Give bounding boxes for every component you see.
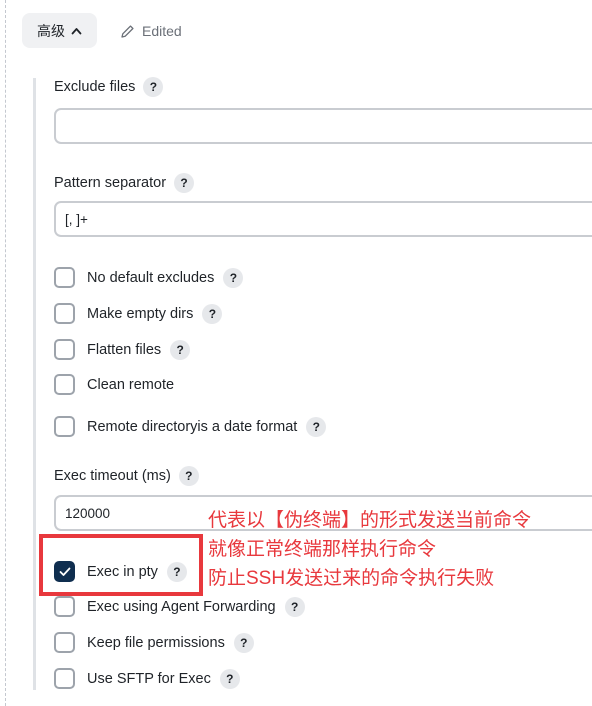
checkbox-label: Use SFTP for Exec xyxy=(87,670,211,687)
checkbox-row-exec-agent-forwarding[interactable]: Exec using Agent Forwarding ? xyxy=(54,596,305,617)
help-icon[interactable]: ? xyxy=(202,303,223,324)
pattern-separator-label: Pattern separator ? xyxy=(54,173,195,193)
annotation-highlight-box xyxy=(39,534,203,596)
help-icon[interactable]: ? xyxy=(178,466,199,486)
annotation-line-3: 防止SSH发送过来的命令执行失败 xyxy=(208,568,495,589)
pattern-separator-input[interactable]: [, ]+ xyxy=(54,201,592,237)
checkbox[interactable] xyxy=(54,668,75,689)
exec-timeout-label-text: Exec timeout (ms) xyxy=(54,468,171,484)
checkbox-row-clean-remote[interactable]: Clean remote xyxy=(54,374,174,395)
help-icon[interactable]: ? xyxy=(223,267,244,288)
help-icon[interactable]: ? xyxy=(174,173,195,193)
checkbox-label: Remote directoryis a date format xyxy=(87,418,298,435)
checkbox[interactable] xyxy=(54,596,75,617)
exclude-files-label-text: Exclude files xyxy=(54,79,136,95)
checkbox-label: Flatten files xyxy=(87,341,162,358)
checkbox-row-no-default-excludes[interactable]: No default excludes ? xyxy=(54,267,244,288)
pencil-icon xyxy=(121,24,134,38)
checkbox-label: Keep file permissions xyxy=(87,634,225,651)
checkbox-row-remote-directory-date-format[interactable]: Remote directoryis a date format ? xyxy=(54,416,327,437)
section-indent-bar xyxy=(33,78,36,690)
checkbox[interactable] xyxy=(54,374,75,395)
checkbox[interactable] xyxy=(54,303,75,324)
exclude-files-input[interactable] xyxy=(54,108,592,144)
edited-indicator: Edited xyxy=(120,22,182,40)
outer-dashed-border xyxy=(5,0,6,706)
checkbox-row-keep-file-permissions[interactable]: Keep file permissions ? xyxy=(54,632,254,653)
checkbox-label: Clean remote xyxy=(87,376,175,393)
checkbox[interactable] xyxy=(54,339,75,360)
help-icon[interactable]: ? xyxy=(233,632,254,653)
help-icon[interactable]: ? xyxy=(284,596,305,617)
annotation-line-1: 代表以【伪终端】的形式发送当前命令 xyxy=(208,510,532,531)
pattern-separator-value: [, ]+ xyxy=(65,211,88,227)
edited-label: Edited xyxy=(142,23,182,39)
help-icon[interactable]: ? xyxy=(219,668,240,689)
exec-timeout-value: 120000 xyxy=(65,505,111,521)
pattern-separator-label-text: Pattern separator xyxy=(54,175,167,191)
checkbox[interactable] xyxy=(54,632,75,653)
exclude-files-label: Exclude files ? xyxy=(54,77,164,97)
advanced-toggle-button[interactable]: 高级 xyxy=(22,13,97,48)
checkbox-row-use-sftp-for-exec[interactable]: Use SFTP for Exec ? xyxy=(54,668,240,689)
advanced-label: 高级 xyxy=(37,22,65,39)
checkbox[interactable] xyxy=(54,416,75,437)
exec-timeout-label: Exec timeout (ms) ? xyxy=(54,466,199,486)
help-icon[interactable]: ? xyxy=(306,416,327,437)
chevron-up-icon xyxy=(71,27,82,34)
checkbox-row-make-empty-dirs[interactable]: Make empty dirs ? xyxy=(54,303,223,324)
checkbox[interactable] xyxy=(54,267,75,288)
checkbox-label: Make empty dirs xyxy=(87,305,194,322)
checkbox-label: No default excludes xyxy=(87,269,215,286)
help-icon[interactable]: ? xyxy=(143,77,164,97)
help-icon[interactable]: ? xyxy=(170,339,191,360)
checkbox-row-flatten-files[interactable]: Flatten files ? xyxy=(54,339,191,360)
checkbox-label: Exec using Agent Forwarding xyxy=(87,598,276,615)
annotation-line-2: 就像正常终端那样执行命令 xyxy=(208,539,437,560)
